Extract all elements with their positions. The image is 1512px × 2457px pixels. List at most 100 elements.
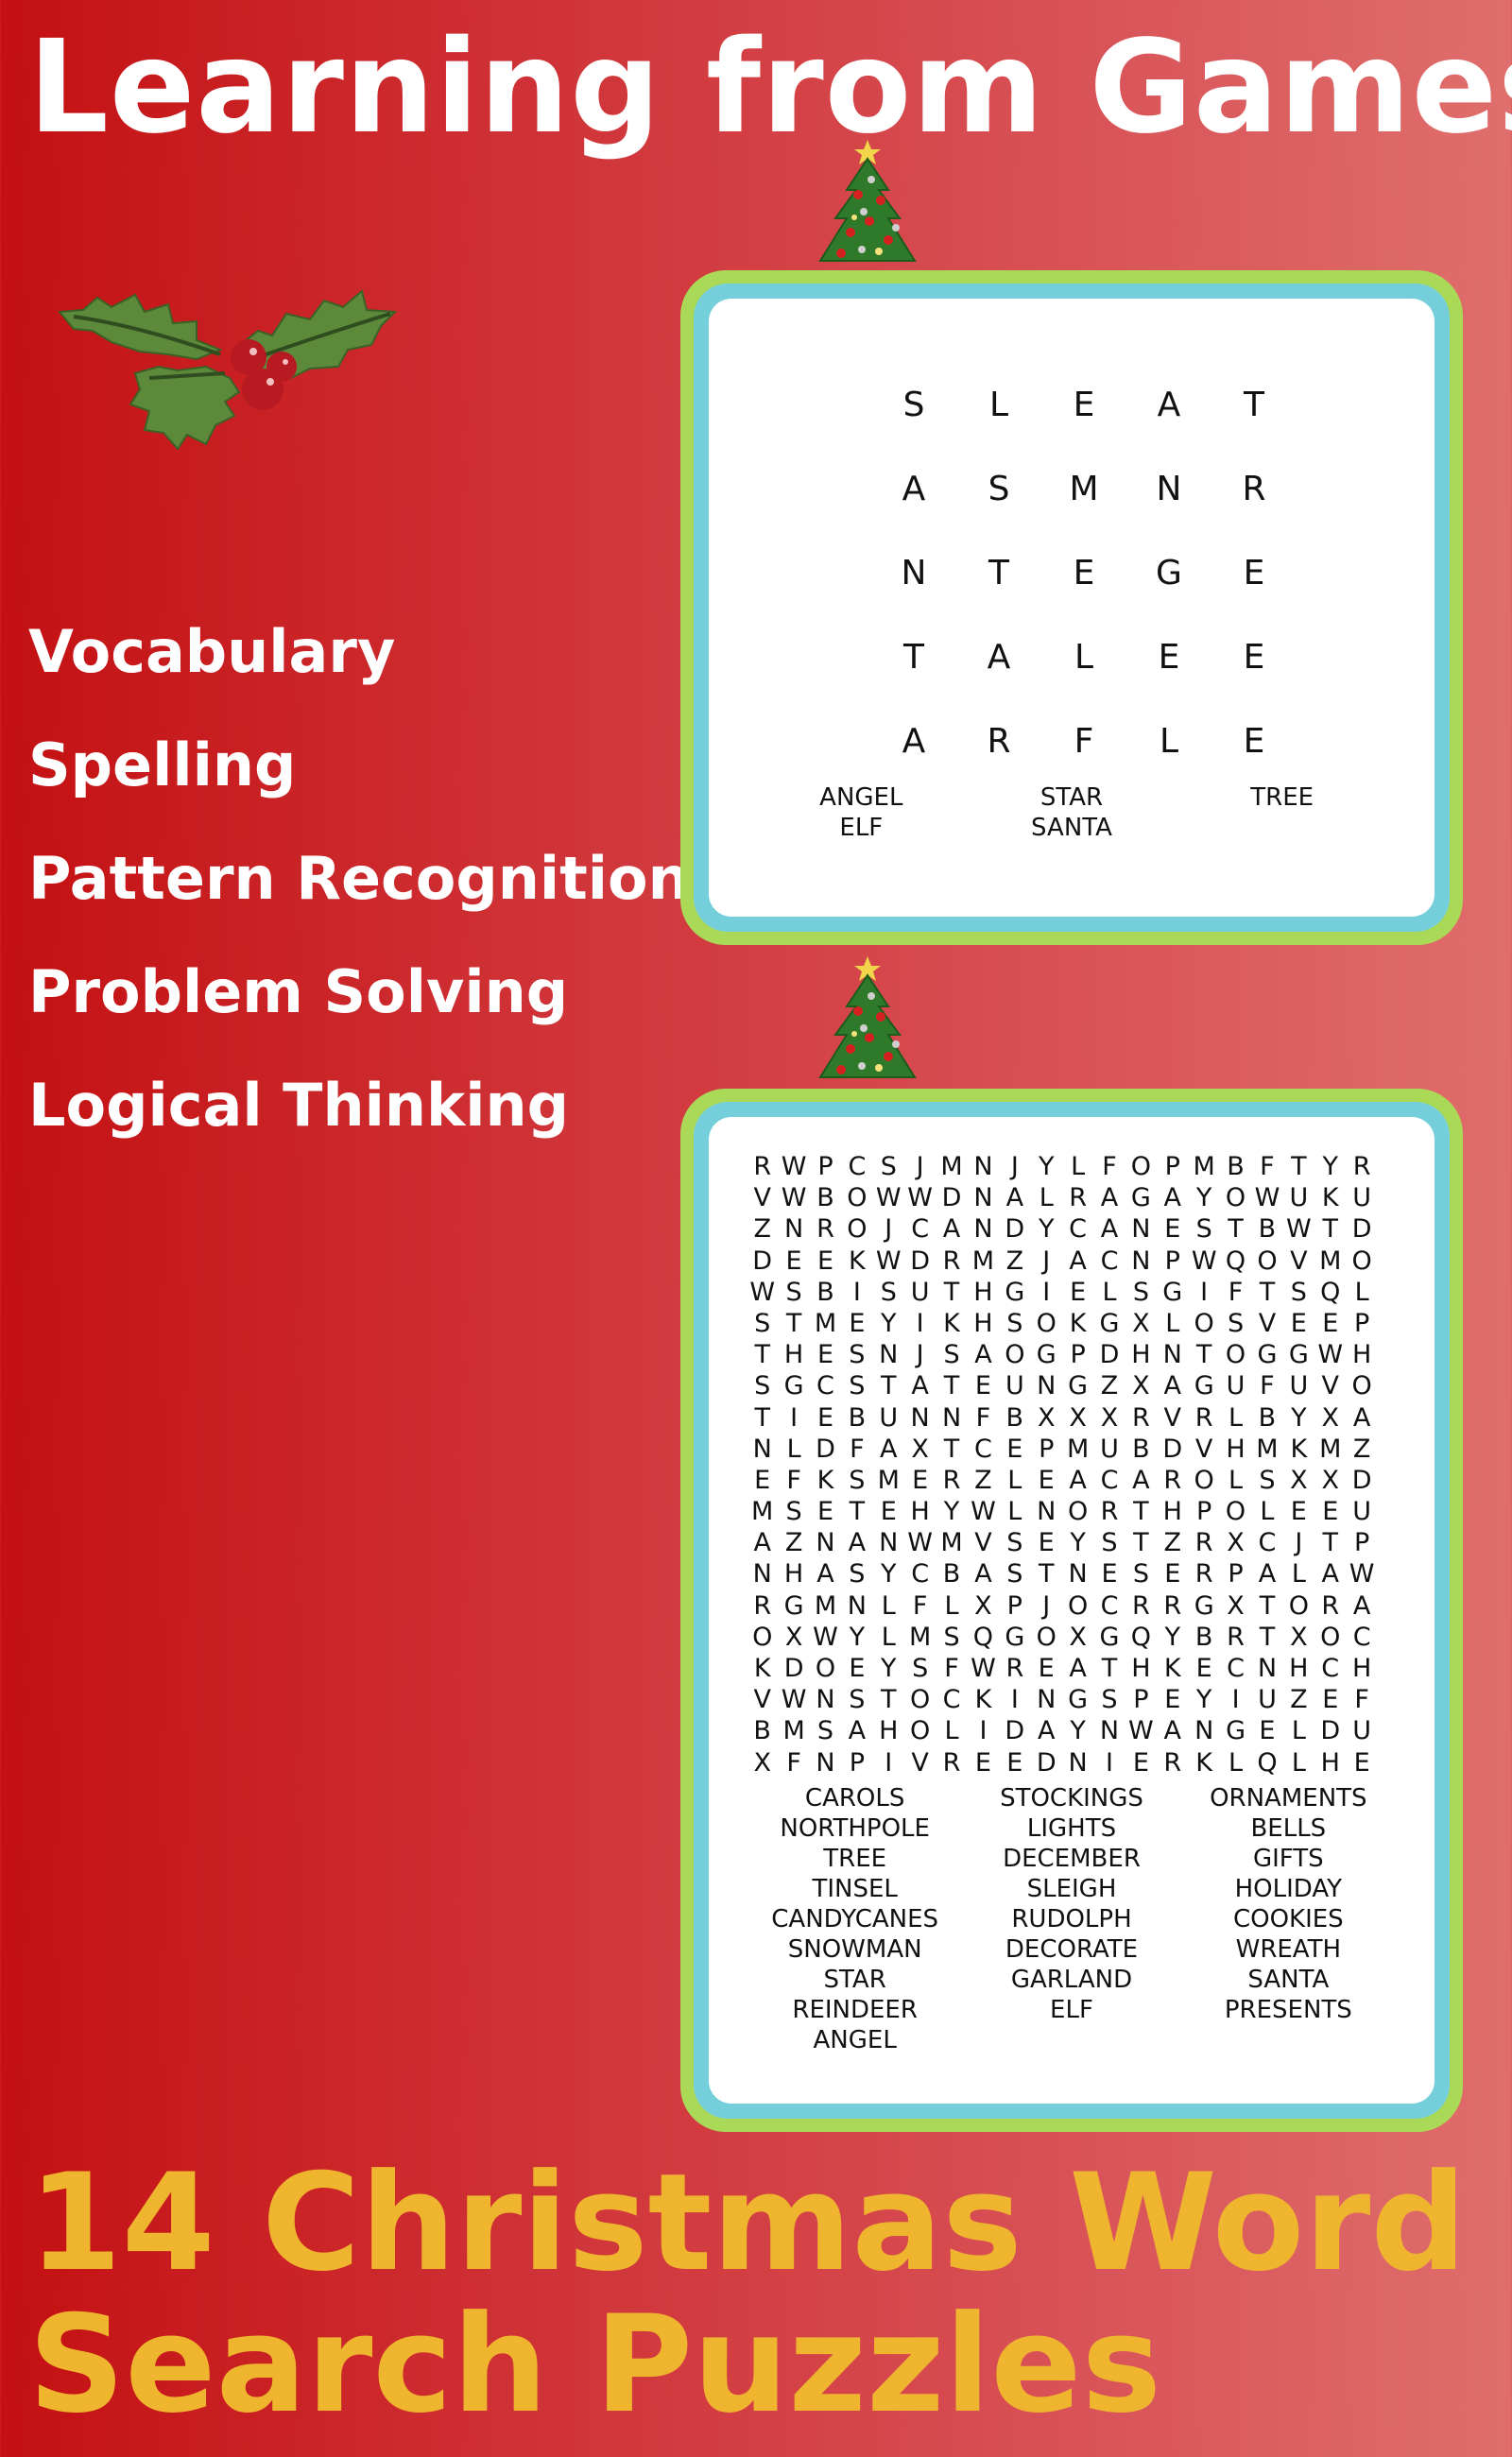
grid-letter[interactable]: T: [1125, 1496, 1157, 1527]
grid-letter[interactable]: E: [1346, 1747, 1377, 1778]
grid-letter[interactable]: Y: [873, 1308, 904, 1339]
grid-letter[interactable]: H: [1314, 1747, 1346, 1778]
grid-letter[interactable]: N: [1062, 1747, 1093, 1778]
grid-letter[interactable]: R: [1211, 447, 1297, 531]
grid-letter[interactable]: L: [1062, 1151, 1093, 1182]
grid-letter[interactable]: G: [1125, 1182, 1157, 1213]
grid-letter[interactable]: E: [810, 1496, 841, 1527]
grid-letter[interactable]: R: [999, 1653, 1030, 1684]
grid-letter[interactable]: O: [1062, 1590, 1093, 1622]
grid-letter[interactable]: G: [999, 1622, 1030, 1653]
grid-letter[interactable]: E: [1211, 531, 1297, 615]
grid-letter[interactable]: I: [1220, 1684, 1251, 1715]
grid-letter[interactable]: G: [1093, 1308, 1125, 1339]
grid-letter[interactable]: I: [1031, 1277, 1062, 1308]
grid-letter[interactable]: O: [1346, 1246, 1377, 1277]
grid-letter[interactable]: G: [1188, 1370, 1219, 1401]
grid-letter[interactable]: E: [841, 1653, 872, 1684]
grid-letter[interactable]: J: [1283, 1527, 1314, 1558]
grid-letter[interactable]: O: [841, 1213, 872, 1245]
grid-letter[interactable]: S: [1283, 1277, 1314, 1308]
grid-letter[interactable]: M: [936, 1151, 967, 1182]
grid-letter[interactable]: R: [936, 1747, 967, 1778]
grid-letter[interactable]: P: [1157, 1246, 1188, 1277]
grid-letter[interactable]: R: [810, 1213, 841, 1245]
grid-letter[interactable]: F: [968, 1402, 999, 1434]
grid-letter[interactable]: C: [936, 1684, 967, 1715]
grid-letter[interactable]: K: [747, 1653, 778, 1684]
grid-letter[interactable]: T: [778, 1308, 809, 1339]
grid-letter[interactable]: X: [1031, 1402, 1062, 1434]
grid-letter[interactable]: D: [778, 1653, 809, 1684]
grid-letter[interactable]: E: [1283, 1308, 1314, 1339]
grid-letter[interactable]: N: [904, 1402, 936, 1434]
grid-letter[interactable]: U: [1346, 1496, 1377, 1527]
grid-letter[interactable]: A: [956, 615, 1041, 699]
grid-letter[interactable]: Y: [1283, 1402, 1314, 1434]
grid-letter[interactable]: E: [873, 1496, 904, 1527]
grid-letter[interactable]: R: [936, 1465, 967, 1496]
grid-letter[interactable]: Q: [1251, 1747, 1282, 1778]
grid-letter[interactable]: T: [1125, 1527, 1157, 1558]
grid-letter[interactable]: D: [999, 1213, 1030, 1245]
grid-letter[interactable]: N: [1188, 1715, 1219, 1746]
grid-letter[interactable]: R: [1157, 1465, 1188, 1496]
grid-letter[interactable]: K: [1157, 1653, 1188, 1684]
grid-letter[interactable]: O: [1220, 1496, 1251, 1527]
grid-letter[interactable]: L: [1283, 1558, 1314, 1589]
grid-letter[interactable]: D: [1031, 1747, 1062, 1778]
grid-letter[interactable]: E: [1157, 1213, 1188, 1245]
grid-letter[interactable]: B: [841, 1402, 872, 1434]
grid-letter[interactable]: N: [810, 1684, 841, 1715]
grid-letter[interactable]: S: [999, 1558, 1030, 1589]
grid-letter[interactable]: X: [1314, 1402, 1346, 1434]
grid-letter[interactable]: C: [904, 1213, 936, 1245]
grid-letter[interactable]: F: [1251, 1370, 1282, 1401]
grid-letter[interactable]: O: [1346, 1370, 1377, 1401]
grid-letter[interactable]: Z: [1283, 1684, 1314, 1715]
grid-letter[interactable]: H: [968, 1277, 999, 1308]
grid-letter[interactable]: N: [871, 531, 956, 615]
grid-letter[interactable]: E: [999, 1434, 1030, 1465]
grid-letter[interactable]: K: [936, 1308, 967, 1339]
grid-letter[interactable]: T: [1031, 1558, 1062, 1589]
grid-letter[interactable]: E: [1062, 1277, 1093, 1308]
grid-letter[interactable]: N: [873, 1339, 904, 1370]
grid-letter[interactable]: I: [1093, 1747, 1125, 1778]
grid-letter[interactable]: A: [1093, 1213, 1125, 1245]
grid-letter[interactable]: S: [841, 1370, 872, 1401]
grid-letter[interactable]: A: [1125, 1465, 1157, 1496]
grid-letter[interactable]: N: [936, 1402, 967, 1434]
grid-letter[interactable]: R: [1346, 1151, 1377, 1182]
grid-letter[interactable]: X: [1062, 1402, 1093, 1434]
grid-letter[interactable]: P: [1220, 1558, 1251, 1589]
grid-letter[interactable]: A: [1126, 363, 1211, 447]
grid-letter[interactable]: G: [1220, 1715, 1251, 1746]
grid-letter[interactable]: J: [1031, 1246, 1062, 1277]
grid-letter[interactable]: Y: [1188, 1182, 1219, 1213]
grid-letter[interactable]: O: [904, 1684, 936, 1715]
grid-letter[interactable]: W: [968, 1653, 999, 1684]
grid-letter[interactable]: W: [968, 1496, 999, 1527]
grid-letter[interactable]: Q: [1125, 1622, 1157, 1653]
grid-letter[interactable]: A: [904, 1370, 936, 1401]
grid-letter[interactable]: E: [1211, 615, 1297, 699]
grid-letter[interactable]: S: [747, 1308, 778, 1339]
grid-letter[interactable]: W: [873, 1182, 904, 1213]
grid-letter[interactable]: V: [747, 1182, 778, 1213]
grid-letter[interactable]: C: [1346, 1622, 1377, 1653]
grid-letter[interactable]: J: [904, 1151, 936, 1182]
grid-letter[interactable]: S: [1125, 1277, 1157, 1308]
grid-letter[interactable]: S: [1220, 1308, 1251, 1339]
grid-letter[interactable]: N: [1031, 1684, 1062, 1715]
grid-letter[interactable]: V: [1283, 1246, 1314, 1277]
grid-letter[interactable]: H: [1346, 1653, 1377, 1684]
grid-letter[interactable]: R: [747, 1590, 778, 1622]
grid-letter[interactable]: P: [841, 1747, 872, 1778]
grid-letter[interactable]: Z: [747, 1213, 778, 1245]
grid-letter[interactable]: E: [747, 1465, 778, 1496]
grid-letter[interactable]: S: [778, 1277, 809, 1308]
grid-letter[interactable]: S: [778, 1496, 809, 1527]
grid-letter[interactable]: V: [1157, 1402, 1188, 1434]
grid-letter[interactable]: X: [778, 1622, 809, 1653]
